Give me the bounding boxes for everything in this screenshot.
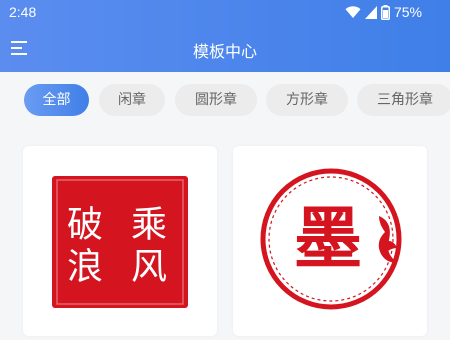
tab-square-seal[interactable]: 方形章: [266, 84, 348, 116]
tab-all[interactable]: 全部: [24, 84, 89, 116]
page-title: 模板中心: [192, 42, 257, 61]
status-icons: 75%: [345, 4, 422, 20]
seal-char: 风: [131, 247, 167, 288]
seal-char: 墨: [294, 199, 362, 279]
battery-percent: 75%: [393, 4, 422, 20]
app-header: 2:48 75% 模板中心: [0, 0, 450, 72]
tab-leisure-seal[interactable]: 闲章: [99, 84, 165, 116]
round-seal-image: 墨: [260, 168, 402, 310]
template-card-round[interactable]: 墨: [233, 146, 427, 336]
tab-triangle-seal[interactable]: 三角形章: [357, 84, 450, 116]
toolbar: 模板中心: [0, 28, 450, 68]
battery-icon: [380, 4, 390, 20]
status-bar: 2:48 75%: [0, 0, 450, 26]
category-tabs: 全部 闲章 圆形章 方形章 三角形章: [0, 84, 450, 118]
template-card-square[interactable]: 破 乘 浪 风: [23, 146, 217, 336]
status-time: 2:48: [9, 4, 37, 20]
dragon-ornament: [378, 216, 397, 263]
seal-char: 破: [67, 205, 103, 246]
wifi-icon: [345, 6, 361, 18]
square-seal-image: 破 乘 浪 风: [52, 176, 188, 308]
seal-char: 乘: [131, 205, 167, 246]
tab-round-seal[interactable]: 圆形章: [175, 84, 257, 116]
seal-char: 浪: [67, 247, 103, 288]
signal-icon: [364, 5, 377, 19]
